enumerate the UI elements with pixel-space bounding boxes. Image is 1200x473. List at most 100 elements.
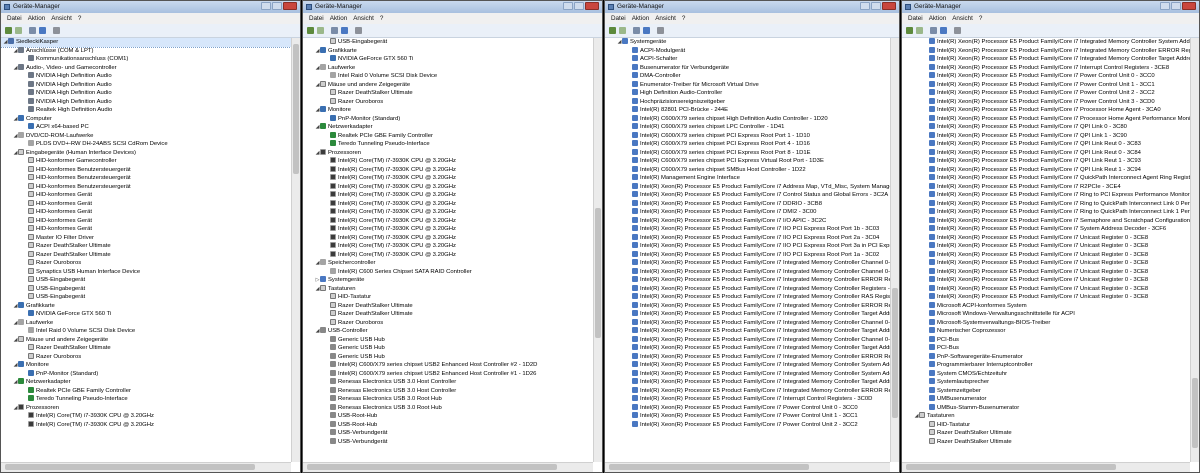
- tree-device-item[interactable]: Intel(R) Xeon(R) Processor E5 Product Fa…: [902, 284, 1190, 294]
- vertical-scrollbar[interactable]: [593, 38, 602, 462]
- tree-device-item[interactable]: Intel(R) Core(TM) i7-3930K CPU @ 3.20GHz: [303, 242, 593, 251]
- properties-icon[interactable]: [930, 27, 937, 34]
- menu-aktion[interactable]: Aktion: [28, 13, 46, 24]
- tree-device-item[interactable]: USB-Verbundgerät: [303, 437, 593, 447]
- horizontal-scrollbar[interactable]: [902, 462, 1190, 472]
- scrollbar-thumb[interactable]: [5, 464, 255, 470]
- tree-device-item[interactable]: Intel(R) Xeon(R) Processor E5 Product Fa…: [605, 352, 890, 362]
- tree-device-item[interactable]: Intel(R) Core(TM) i7-3930K CPU @ 3.20GHz: [303, 199, 593, 209]
- tree-category[interactable]: ◢ Tastaturen: [303, 284, 593, 294]
- tree-device-item[interactable]: Intel(R) C600/X79 series chipset PCI Exp…: [605, 131, 890, 141]
- tree-device-item[interactable]: NVIDIA GeForce GTX 560 Ti: [1, 310, 291, 319]
- forward-icon[interactable]: [916, 27, 923, 34]
- tree-device-item[interactable]: USB-Eingabegerät: [1, 293, 291, 302]
- tree-device-item[interactable]: Intel(R) Xeon(R) Processor E5 Product Fa…: [902, 148, 1190, 158]
- tree-device-item[interactable]: Intel(R) Xeon(R) Processor E5 Product Fa…: [902, 80, 1190, 90]
- tree-device-item[interactable]: Intel(R) Xeon(R) Processor E5 Product Fa…: [605, 191, 890, 200]
- tree-device-item[interactable]: HID-konformes Benutzersteuergerät: [1, 165, 291, 175]
- tree-device-item[interactable]: Intel(R) Xeon(R) Processor E5 Product Fa…: [902, 131, 1190, 141]
- vertical-scrollbar[interactable]: [1190, 38, 1199, 462]
- tree-device-item[interactable]: Intel(R) Xeon(R) Processor E5 Product Fa…: [902, 191, 1190, 200]
- scan-hardware-icon[interactable]: [355, 27, 362, 34]
- help-icon[interactable]: [643, 27, 650, 34]
- tree-device-item[interactable]: PLDS DVD+-RW DH-24ABS SCSI CdRom Device: [1, 140, 291, 149]
- tree-device-item[interactable]: Microsoft-Systemverwaltungs-BIOS-Treiber: [902, 318, 1190, 328]
- tree-device-item[interactable]: Razer DeathStalker Ultimate: [303, 310, 593, 319]
- tree-device-item[interactable]: Intel(R) Xeon(R) Processor E5 Product Fa…: [902, 267, 1190, 277]
- tree-device-item[interactable]: Intel(R) Core(TM) i7-3930K CPU @ 3.20GHz: [303, 182, 593, 192]
- tree-device-item[interactable]: Kommunikationsanschluss (COM1): [1, 55, 291, 64]
- tree-device-item[interactable]: Intel(R) Xeon(R) Processor E5 Product Fa…: [902, 157, 1190, 166]
- tree-device-item[interactable]: Master IO Filter Driver: [1, 233, 291, 243]
- tree-device-item[interactable]: Intel(R) Xeon(R) Processor E5 Product Fa…: [605, 182, 890, 192]
- tree-device-item[interactable]: HID-konformes Gerät: [1, 216, 291, 226]
- menu-datei[interactable]: Datei: [7, 13, 22, 24]
- tree-device-item[interactable]: Intel(R) Xeon(R) Processor E5 Product Fa…: [605, 284, 890, 294]
- tree-device-item[interactable]: Intel(R) Xeon(R) Processor E5 Product Fa…: [605, 395, 890, 404]
- tree-device-item[interactable]: Intel(R) Core(TM) i7-3930K CPU @ 3.20GHz: [303, 174, 593, 183]
- scan-hardware-icon[interactable]: [657, 27, 664, 34]
- tree-device-item[interactable]: Realtek PCIe GBE Family Controller: [1, 386, 291, 396]
- tree-device-item[interactable]: Intel(R) Xeon(R) Processor E5 Product Fa…: [605, 267, 890, 277]
- tree-device-item[interactable]: Razer Ouroboros: [303, 97, 593, 107]
- tree-device-item[interactable]: Intel(R) Xeon(R) Processor E5 Product Fa…: [605, 412, 890, 421]
- tree-device-item[interactable]: Intel(R) Xeon(R) Processor E5 Product Fa…: [902, 140, 1190, 149]
- tree-device-item[interactable]: DMA-Controller: [605, 72, 890, 81]
- menu-ansicht[interactable]: Ansicht: [51, 13, 72, 24]
- tree-device-item[interactable]: ACPI-Schalter: [605, 55, 890, 64]
- tree-device-item[interactable]: NVIDIA High Definition Audio: [1, 72, 291, 81]
- tree-device-item[interactable]: Razer Ouroboros: [1, 352, 291, 362]
- tree-device-item[interactable]: PCI-Bus: [902, 335, 1190, 345]
- tree-device-item[interactable]: USB-Eingabegerät: [1, 276, 291, 285]
- tree-category[interactable]: ◢ DVD/CD-ROM-Laufwerke: [1, 131, 291, 141]
- tree-device-item[interactable]: Intel(R) Xeon(R) Processor E5 Product Fa…: [902, 250, 1190, 260]
- tree-device-item[interactable]: Intel(R) Core(TM) i7-3930K CPU @ 3.20GHz: [303, 165, 593, 175]
- tree-category[interactable]: ◢ Grafikkarte: [1, 301, 291, 311]
- menu-aktion[interactable]: Aktion: [632, 13, 650, 24]
- tree-device-item[interactable]: Intel(R) Xeon(R) Processor E5 Product Fa…: [605, 344, 890, 353]
- tree-device-item[interactable]: Intel(R) Xeon(R) Processor E5 Product Fa…: [605, 420, 890, 430]
- tree-root[interactable]: ◢ SiedleckiKasper: [1, 38, 291, 48]
- tree-device-item[interactable]: Intel(R) Xeon(R) Processor E5 Product Fa…: [605, 199, 890, 209]
- tree-device-item[interactable]: Teredo Tunneling Pseudo-Interface: [1, 395, 291, 404]
- close-button[interactable]: [882, 2, 896, 10]
- tree-category[interactable]: ◢ Prozessoren: [303, 148, 593, 158]
- tree-device-item[interactable]: Intel(R) Xeon(R) Processor E5 Product Fa…: [605, 335, 890, 345]
- tree-category[interactable]: ◢ Monitore: [303, 106, 593, 115]
- horizontal-scrollbar[interactable]: [1, 462, 291, 472]
- vertical-scrollbar[interactable]: [890, 38, 899, 462]
- tree-device-item[interactable]: Intel(R) Xeon(R) Processor E5 Product Fa…: [605, 378, 890, 387]
- tree-device-item[interactable]: Microsoft ACPI-konformes System: [902, 301, 1190, 311]
- tree-category[interactable]: ◢ Anschlüsse (COM & LPT): [1, 46, 291, 56]
- back-icon[interactable]: [609, 27, 616, 34]
- tree-device-item[interactable]: Intel(R) Xeon(R) Processor E5 Product Fa…: [605, 386, 890, 396]
- tree-device-item[interactable]: Enumerator-Treiber für Microsoft Virtual…: [605, 80, 890, 90]
- tree-device-item[interactable]: Microsoft Windows-Verwaltungsschnittstel…: [902, 310, 1190, 319]
- properties-icon[interactable]: [331, 27, 338, 34]
- tree-device-item[interactable]: Programmierbarer Interruptcontroller: [902, 361, 1190, 370]
- menu-datei[interactable]: Datei: [908, 13, 923, 24]
- tree-device-item[interactable]: Intel(R) Xeon(R) Processor E5 Product Fa…: [902, 208, 1190, 217]
- tree-device-item[interactable]: Intel(R) Core(TM) i7-3930K CPU @ 3.20GHz: [303, 157, 593, 166]
- menu-help[interactable]: ?: [979, 13, 983, 24]
- tree-device-item[interactable]: USB-Eingabegerät: [1, 284, 291, 294]
- tree-device-item[interactable]: Realtek PCIe GBE Family Controller: [303, 131, 593, 141]
- forward-icon[interactable]: [15, 27, 22, 34]
- tree-device-item[interactable]: Intel(R) Xeon(R) Processor E5 Product Fa…: [902, 63, 1190, 73]
- tree-category[interactable]: ◢ Mäuse und andere Zeigegeräte: [1, 335, 291, 345]
- tree-device-item[interactable]: Intel(R) Xeon(R) Processor E5 Product Fa…: [605, 293, 890, 302]
- tree-device-item[interactable]: USB-Root-Hub: [303, 412, 593, 421]
- tree-device-item[interactable]: UMBus-Stamm-Busenumerator: [902, 403, 1190, 413]
- tree-device-item[interactable]: Razer DeathStalker Ultimate: [303, 89, 593, 98]
- minimize-button[interactable]: [860, 2, 870, 10]
- tree-device-item[interactable]: Intel(R) Xeon(R) Processor E5 Product Fa…: [902, 114, 1190, 124]
- tree-device-item[interactable]: Intel(R) Xeon(R) Processor E5 Product Fa…: [902, 216, 1190, 226]
- tree-device-item[interactable]: Renesas Electronics USB 3.0 Host Control…: [303, 378, 593, 387]
- tree-device-item[interactable]: Intel(R) 82801 PCI-Brücke - 244E: [605, 106, 890, 115]
- help-icon[interactable]: [940, 27, 947, 34]
- tree-device-item[interactable]: Intel(R) C600/X79 series chipset LPC Con…: [605, 123, 890, 132]
- tree-device-item[interactable]: Systemlautsprecher: [902, 378, 1190, 387]
- scrollbar-thumb[interactable]: [595, 208, 601, 338]
- tree-device-item[interactable]: Renesas Electronics USB 3.0 Host Control…: [303, 386, 593, 396]
- tree-device-item[interactable]: HID-konformes Benutzersteuergerät: [1, 174, 291, 183]
